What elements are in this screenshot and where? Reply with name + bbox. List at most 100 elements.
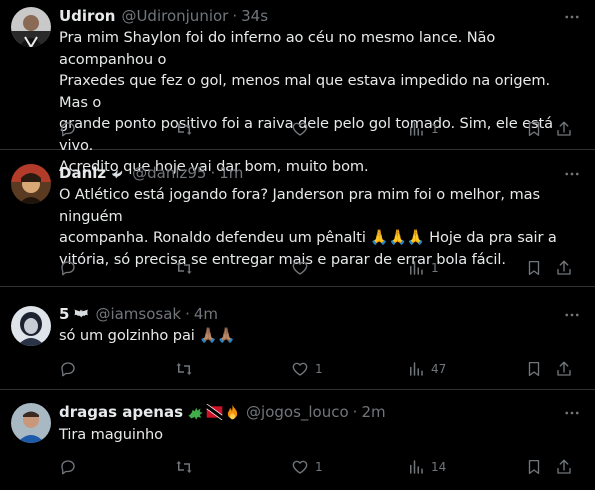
dove-icon bbox=[110, 165, 126, 181]
tweet-text-line: O Atlético está jogando fora? Janderson … bbox=[59, 186, 540, 225]
like-icon bbox=[292, 362, 308, 376]
like-count: 1 bbox=[315, 362, 323, 376]
more-icon[interactable] bbox=[563, 8, 581, 26]
like-button[interactable] bbox=[291, 119, 315, 139]
views-button[interactable]: 14 bbox=[407, 457, 446, 477]
bookmark-button[interactable] bbox=[525, 119, 543, 139]
retweet-icon bbox=[176, 363, 192, 375]
retweet-button[interactable] bbox=[175, 359, 199, 379]
reply-button[interactable] bbox=[59, 119, 83, 139]
tweet-text: Tira maguinho bbox=[59, 424, 574, 446]
author-name[interactable]: Danlz bbox=[59, 164, 106, 182]
reply-icon bbox=[61, 460, 75, 475]
views-button[interactable]: 47 bbox=[407, 359, 446, 379]
share-icon bbox=[557, 361, 571, 376]
tweet-text-line: Pra mim Shaylon foi do inferno ao céu no… bbox=[59, 29, 496, 68]
flag-icon bbox=[206, 404, 224, 420]
timestamp[interactable]: 4m bbox=[194, 305, 218, 323]
views-icon bbox=[410, 362, 423, 376]
tweet-actions: 1 bbox=[59, 258, 579, 278]
bookmark-button[interactable] bbox=[525, 359, 543, 379]
avatar[interactable] bbox=[11, 164, 51, 204]
emoji-badges bbox=[187, 404, 240, 420]
tweet-header: 5 @iamsosak · 4m bbox=[59, 304, 218, 324]
timestamp[interactable]: 2m bbox=[361, 403, 385, 421]
views-count: 1 bbox=[431, 261, 439, 275]
more-icon[interactable] bbox=[563, 165, 581, 183]
avatar[interactable] bbox=[11, 7, 51, 47]
reply-button[interactable] bbox=[59, 258, 83, 278]
tweet-danlz[interactable]: Danlz @danlz95 · 1m O Atlético está joga… bbox=[0, 150, 595, 287]
like-icon bbox=[292, 261, 308, 275]
like-count: 1 bbox=[315, 460, 323, 474]
share-icon bbox=[557, 459, 571, 474]
like-button[interactable]: 1 bbox=[291, 359, 323, 379]
avatar[interactable] bbox=[11, 403, 51, 443]
views-button[interactable]: 1 bbox=[407, 258, 439, 278]
like-button[interactable]: 1 bbox=[291, 457, 323, 477]
author-handle[interactable]: @jogos_louco bbox=[246, 403, 349, 421]
author-handle[interactable]: @Udironjunior bbox=[121, 7, 228, 25]
views-button[interactable]: 1 bbox=[407, 119, 439, 139]
dragon-icon bbox=[188, 407, 203, 420]
retweet-icon bbox=[176, 262, 192, 274]
tweet-header: Udiron @Udironjunior · 34s bbox=[59, 6, 268, 26]
share-button[interactable] bbox=[555, 258, 573, 278]
author-name[interactable]: dragas apenas bbox=[59, 403, 183, 421]
bookmark-icon bbox=[528, 361, 540, 377]
tweet-iamsosak[interactable]: 5 @iamsosak · 4m só um golzinho pai 🙏🏽🙏🏽… bbox=[0, 287, 595, 390]
bookmark-icon bbox=[528, 121, 540, 137]
timestamp[interactable]: 34s bbox=[241, 7, 268, 25]
tweet-text: só um golzinho pai 🙏🏽🙏🏽 bbox=[59, 325, 574, 347]
tweet-actions: 1 14 bbox=[59, 457, 579, 477]
share-icon bbox=[557, 260, 571, 275]
bat-icon bbox=[73, 307, 89, 321]
reply-icon bbox=[61, 122, 75, 137]
avatar[interactable] bbox=[11, 306, 51, 346]
tweet-header: dragas apenas @jogos_louco · 2m bbox=[59, 402, 386, 422]
more-icon[interactable] bbox=[563, 404, 581, 422]
fire-icon bbox=[227, 404, 238, 420]
like-button[interactable] bbox=[291, 258, 315, 278]
tweet-jogos-louco[interactable]: dragas apenas @jogos_louco · 2m Tira mag… bbox=[0, 390, 595, 490]
tweet-text-line: Tira maguinho bbox=[59, 426, 163, 443]
reply-button[interactable] bbox=[59, 359, 83, 379]
views-icon bbox=[410, 460, 423, 474]
views-count: 1 bbox=[431, 122, 439, 136]
views-icon bbox=[410, 261, 423, 275]
tweet-actions: 1 bbox=[59, 119, 579, 139]
share-icon bbox=[557, 121, 571, 136]
timestamp[interactable]: 1m bbox=[219, 164, 243, 182]
like-icon bbox=[292, 460, 308, 474]
share-button[interactable] bbox=[555, 457, 573, 477]
separator-dot: · bbox=[232, 7, 238, 25]
retweet-icon bbox=[176, 123, 192, 135]
author-handle[interactable]: @iamsosak bbox=[95, 305, 181, 323]
separator-dot: · bbox=[185, 305, 190, 323]
reply-icon bbox=[61, 362, 75, 377]
more-icon[interactable] bbox=[563, 306, 581, 324]
reply-icon bbox=[61, 261, 75, 276]
separator-dot: · bbox=[352, 403, 358, 421]
reply-button[interactable] bbox=[59, 457, 83, 477]
views-count: 14 bbox=[431, 460, 447, 474]
author-name[interactable]: 5 bbox=[59, 305, 69, 323]
separator-dot: · bbox=[210, 164, 216, 182]
bookmark-icon bbox=[528, 260, 540, 276]
views-icon bbox=[410, 122, 423, 136]
retweet-button[interactable] bbox=[175, 457, 199, 477]
share-button[interactable] bbox=[555, 359, 573, 379]
bookmark-button[interactable] bbox=[525, 457, 543, 477]
author-handle[interactable]: @danlz95 bbox=[132, 164, 206, 182]
tweet-text-line: Praxedes que fez o gol, menos mal que es… bbox=[59, 72, 551, 111]
tweet-udiron[interactable]: Udiron @Udironjunior · 34s Pra mim Shayl… bbox=[0, 0, 595, 175]
tweet-actions: 1 47 bbox=[59, 359, 579, 379]
author-name[interactable]: Udiron bbox=[59, 7, 115, 25]
views-count: 47 bbox=[431, 362, 447, 376]
retweet-button[interactable] bbox=[175, 119, 199, 139]
share-button[interactable] bbox=[555, 119, 573, 139]
bookmark-button[interactable] bbox=[525, 258, 543, 278]
tweet-text-line: só um golzinho pai 🙏🏽🙏🏽 bbox=[59, 327, 236, 344]
retweet-button[interactable] bbox=[175, 258, 199, 278]
like-icon bbox=[292, 122, 308, 136]
